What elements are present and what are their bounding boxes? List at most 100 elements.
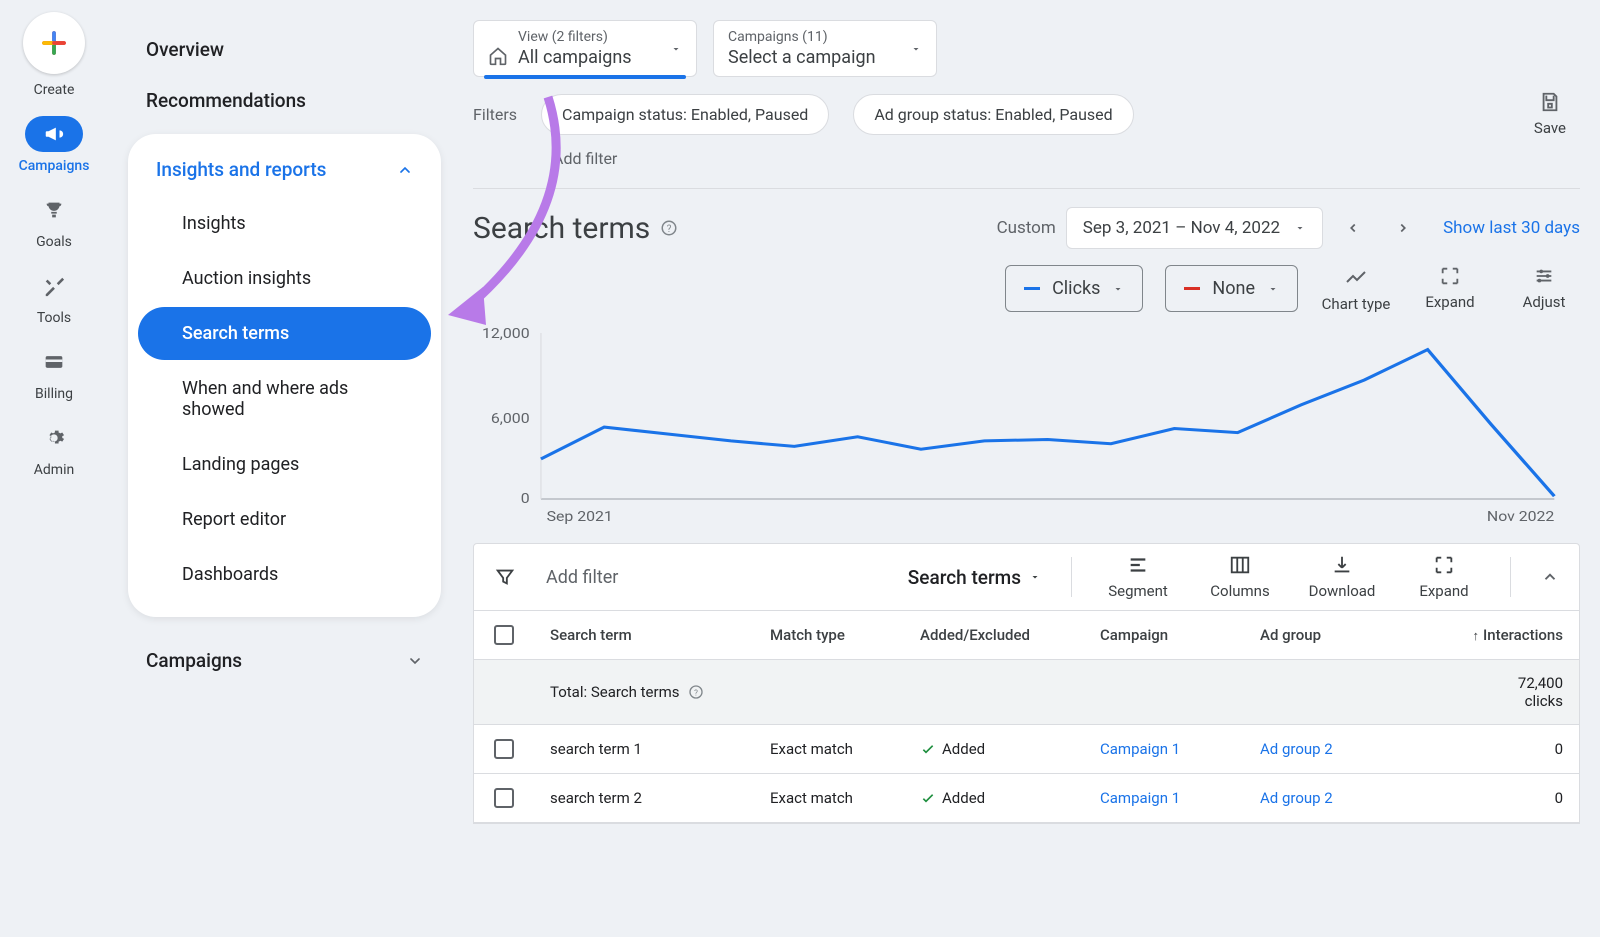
rail-item-admin[interactable]: Admin xyxy=(25,420,83,478)
rail-item-billing[interactable]: Billing xyxy=(25,344,83,402)
cell-campaign[interactable]: Campaign 1 xyxy=(1084,775,1244,821)
rail-item-tools[interactable]: Tools xyxy=(25,268,83,326)
sidebar-overview[interactable]: Overview xyxy=(128,24,441,75)
gear-icon xyxy=(43,427,65,449)
save-icon xyxy=(1539,91,1561,113)
y-tick-bot: 0 xyxy=(521,490,530,507)
campaign-selector[interactable]: Campaigns (11) Select a campaign xyxy=(713,20,937,77)
view-selector[interactable]: View (2 filters) All campaigns xyxy=(473,20,697,77)
filter-chip-campaign-status[interactable]: Campaign status: Enabled, Paused xyxy=(541,94,829,135)
cell-adgroup[interactable]: Ad group 2 xyxy=(1244,775,1374,821)
prev-period-button[interactable] xyxy=(1333,208,1373,248)
cell-campaign[interactable]: Campaign 1 xyxy=(1084,726,1244,772)
download-icon xyxy=(1331,554,1353,576)
cell-adgroup[interactable]: Ad group 2 xyxy=(1244,726,1374,772)
x-label-end: Nov 2022 xyxy=(1487,508,1554,525)
col-campaign[interactable]: Campaign xyxy=(1084,612,1244,658)
chevron-right-icon xyxy=(1396,221,1410,235)
sub-landing-pages[interactable]: Landing pages xyxy=(138,438,431,491)
adjust-button[interactable]: Adjust xyxy=(1508,265,1580,311)
dropdown-icon xyxy=(1267,283,1279,295)
y-tick-mid: 6,000 xyxy=(491,410,530,427)
sub-when-where[interactable]: When and where ads showed xyxy=(138,362,431,436)
select-all-checkbox[interactable] xyxy=(494,625,514,645)
cell-match: Exact match xyxy=(754,775,904,821)
rail-item-campaigns[interactable]: Campaigns xyxy=(19,116,90,174)
expand-chart-button[interactable]: Expand xyxy=(1414,265,1486,311)
chevron-left-icon xyxy=(1346,221,1360,235)
date-mode-label: Custom xyxy=(997,218,1056,238)
col-added-excluded[interactable]: Added/Excluded xyxy=(904,612,1084,658)
columns-button[interactable]: Columns xyxy=(1204,554,1276,600)
sort-asc-icon: ↑ xyxy=(1473,629,1480,644)
y-tick-top: 12,000 xyxy=(482,325,530,342)
primary-metric-selector[interactable]: Clicks xyxy=(1005,265,1143,312)
table-add-filter[interactable]: Add filter xyxy=(546,567,618,588)
download-button[interactable]: Download xyxy=(1306,554,1378,600)
check-icon xyxy=(920,790,936,806)
sub-dashboards[interactable]: Dashboards xyxy=(138,548,431,601)
chart: 12,000 6,000 0 Sep 2021 Nov 2022 xyxy=(453,313,1600,533)
cell-interactions: 0 xyxy=(1374,726,1579,772)
total-row: Total: Search terms? 72,400clicks xyxy=(474,660,1579,725)
card-icon xyxy=(42,352,66,372)
sub-auction-insights[interactable]: Auction insights xyxy=(138,252,431,305)
help-icon[interactable]: ? xyxy=(688,684,704,700)
row-checkbox[interactable] xyxy=(494,739,514,759)
col-ad-group[interactable]: Ad group xyxy=(1244,612,1374,658)
dropdown-icon xyxy=(910,43,922,55)
date-range-picker[interactable]: Sep 3, 2021 – Nov 4, 2022 xyxy=(1066,207,1323,249)
tools-icon xyxy=(43,275,65,297)
row-checkbox[interactable] xyxy=(494,788,514,808)
sub-insights[interactable]: Insights xyxy=(138,197,431,250)
expand-table-button[interactable]: Expand xyxy=(1408,554,1480,600)
filter-chip-adgroup-status[interactable]: Ad group status: Enabled, Paused xyxy=(853,94,1133,135)
insights-reports-toggle[interactable]: Insights and reports xyxy=(128,148,441,195)
sidebar-campaigns[interactable]: Campaigns xyxy=(128,635,441,686)
check-icon xyxy=(920,741,936,757)
segment-icon xyxy=(1127,554,1149,576)
left-rail: Create Campaigns Goals Tools Billing Adm… xyxy=(0,0,108,937)
help-icon[interactable]: ? xyxy=(660,219,678,237)
svg-text:?: ? xyxy=(667,224,672,235)
cell-term: search term 2 xyxy=(534,775,754,821)
chart-type-button[interactable]: Chart type xyxy=(1320,265,1392,313)
dropdown-icon xyxy=(670,43,682,55)
page-title: Search terms xyxy=(473,211,650,246)
filters-label: Filters xyxy=(473,105,517,124)
search-terms-dropdown[interactable]: Search terms xyxy=(908,566,1041,589)
rail-item-goals[interactable]: Goals xyxy=(25,192,83,250)
table-header-row: Search term Match type Added/Excluded Ca… xyxy=(474,611,1579,660)
col-match-type[interactable]: Match type xyxy=(754,612,904,658)
create-button[interactable] xyxy=(23,12,85,74)
filter-icon[interactable] xyxy=(494,566,516,588)
expand-icon xyxy=(1439,265,1461,287)
trophy-icon xyxy=(43,199,65,221)
sliders-icon xyxy=(1533,265,1555,287)
columns-icon xyxy=(1229,554,1251,576)
x-label-start: Sep 2021 xyxy=(547,508,613,525)
plus-icon xyxy=(39,28,69,58)
save-view-button[interactable]: Save xyxy=(1534,91,1580,137)
metric-swatch-blue xyxy=(1024,287,1040,290)
sub-search-terms[interactable]: Search terms xyxy=(138,307,431,360)
chevron-up-icon[interactable] xyxy=(1541,568,1559,586)
megaphone-icon xyxy=(43,123,65,145)
sidebar-recommendations[interactable]: Recommendations xyxy=(128,75,441,126)
cell-added: Added xyxy=(904,775,1084,821)
sub-report-editor[interactable]: Report editor xyxy=(138,493,431,546)
secondary-metric-selector[interactable]: None xyxy=(1165,265,1298,312)
col-interactions[interactable]: ↑Interactions xyxy=(1374,612,1579,658)
col-search-term[interactable]: Search term xyxy=(534,612,754,658)
next-period-button[interactable] xyxy=(1383,208,1423,248)
cell-interactions: 0 xyxy=(1374,775,1579,821)
add-filter-link[interactable]: Add filter xyxy=(453,149,1600,180)
chevron-down-icon xyxy=(407,653,423,669)
metric-swatch-red xyxy=(1184,287,1200,290)
show-last-30-link[interactable]: Show last 30 days xyxy=(1443,218,1580,238)
table-row: search term 2Exact matchAddedCampaign 1A… xyxy=(474,774,1579,823)
dropdown-icon xyxy=(1294,222,1306,234)
cell-added: Added xyxy=(904,726,1084,772)
svg-text:?: ? xyxy=(694,688,698,697)
segment-button[interactable]: Segment xyxy=(1102,554,1174,600)
